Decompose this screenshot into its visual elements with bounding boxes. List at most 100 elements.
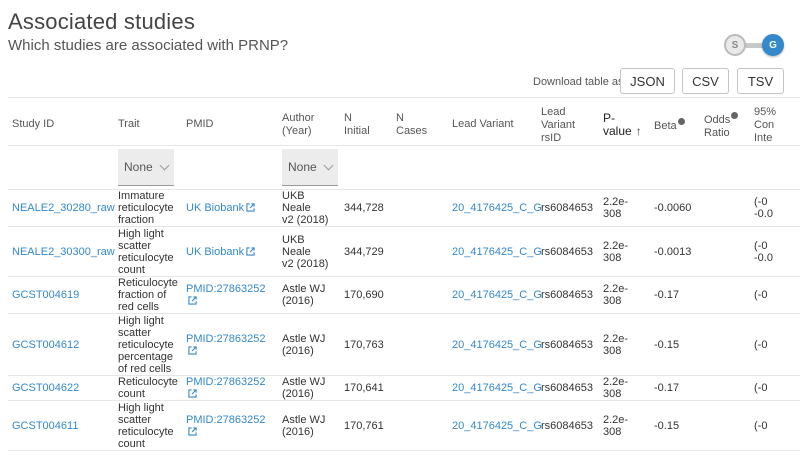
rsid-cell: rs6084653 xyxy=(537,400,599,451)
download-csv-button[interactable]: CSV xyxy=(682,68,729,94)
trait-text: of red cells xyxy=(118,362,172,375)
pvalue-cell: 2.2e- 308 xyxy=(599,400,650,451)
pmid-link[interactable]: PMID:27863252 xyxy=(186,414,266,438)
n-cases-cell xyxy=(392,276,448,314)
external-link-icon xyxy=(186,345,197,357)
trait-text: High light xyxy=(118,314,164,327)
author-text: UKB Neale xyxy=(282,190,311,214)
pvalue-cell: 2.2e- 308 xyxy=(599,226,650,277)
pvalue-cell: 2.2e- 308 xyxy=(599,313,650,376)
column-header-pvalue[interactable]: P-value ↑ xyxy=(599,98,650,146)
pmid-link[interactable]: PMID:27863252 xyxy=(186,333,266,357)
download-tsv-button[interactable]: TSV xyxy=(737,68,784,94)
pmid-link[interactable]: PMID:27863252 xyxy=(186,283,266,307)
pvalue-text: 2.2e- xyxy=(603,376,629,388)
odds-ratio-cell xyxy=(700,375,750,401)
column-header-confidence-interval[interactable]: 95% Con Inte xyxy=(750,98,800,146)
author-filter-select[interactable]: None xyxy=(282,149,338,186)
odds-ratio-cell xyxy=(700,189,750,227)
study-id-link[interactable]: GCST004611 xyxy=(12,420,78,432)
page-subtitle: Which studies are associated with PRNP? xyxy=(8,37,289,54)
rsid-cell: rs6084653 xyxy=(537,375,599,401)
column-header-trait[interactable]: Trait xyxy=(114,98,182,146)
external-link-icon xyxy=(186,388,197,400)
n-initial-cell: 344,729 xyxy=(340,226,392,277)
lead-variant-cell: 20_4176425_C_G xyxy=(448,375,542,401)
lead-variant-link[interactable]: 20_4176425_C_G xyxy=(452,289,542,301)
trait-cell: High light scatter reticulocyte count xyxy=(114,400,182,451)
confidence-interval-cell: (-0 -0.0 xyxy=(750,226,800,277)
lead-variant-cell: 20_4176425_C_G xyxy=(448,226,542,277)
column-header-author[interactable]: Author (Year) xyxy=(278,98,340,146)
n-initial-cell: 170,761 xyxy=(340,400,392,451)
trait-text: High light xyxy=(118,401,164,414)
confidence-interval-cell: (-0 -0.0 xyxy=(750,189,800,227)
column-header-n-cases[interactable]: N Cases xyxy=(392,98,448,146)
beta-cell: -0.15 xyxy=(650,400,700,451)
toggle-study-option[interactable]: S xyxy=(724,34,746,56)
toggle-gene-option[interactable]: G xyxy=(762,34,784,56)
table-row: NEALE2_30280_raw Immature reticulocyte frac… xyxy=(8,189,800,227)
beta-cell: -0.0060 xyxy=(650,189,700,227)
studies-table-container[interactable]: Study ID Trait PMID Author (Year) N Initia… xyxy=(8,97,800,455)
pvalue-text: 2.2e- xyxy=(603,239,629,252)
help-icon[interactable] xyxy=(677,118,685,125)
trait-cell: High light scatter reticulocyte percentage o… xyxy=(114,313,182,376)
study-id-link[interactable]: NEALE2_30300_raw xyxy=(12,246,115,258)
ci-text: (-0 xyxy=(754,338,768,351)
pmid-cell: PMID:27863252 xyxy=(182,276,278,314)
sort-ascending-icon[interactable]: ↑ xyxy=(636,124,642,138)
help-icon[interactable] xyxy=(731,112,739,119)
beta-cell: -0.17 xyxy=(650,375,700,401)
column-header-rsid[interactable]: Lead Variant rsID xyxy=(537,98,599,146)
study-id-link[interactable]: GCST004612 xyxy=(12,339,79,351)
page-title: Associated studies xyxy=(8,9,196,34)
lead-variant-link[interactable]: 20_4176425_C_G xyxy=(452,202,542,214)
trait-text: scatter xyxy=(118,239,152,252)
pmid-link[interactable]: UK Biobank xyxy=(186,202,255,214)
rsid-cell: rs6084653 xyxy=(537,313,599,376)
odds-ratio-cell xyxy=(700,276,750,314)
column-header-beta[interactable]: Beta xyxy=(650,98,700,146)
table-row: GCST004622 Reticulocyte count PMID:27863252… xyxy=(8,375,800,401)
pvalue-text: 308 xyxy=(603,425,622,438)
trait-filter-select[interactable]: None xyxy=(118,149,174,186)
study-id-link[interactable]: GCST004622 xyxy=(12,382,79,394)
rsid-cell: rs6084653 xyxy=(537,226,599,277)
author-cell: Astle WJ (2016) xyxy=(278,375,340,401)
pvalue-text: 308 xyxy=(603,344,622,357)
lead-variant-link[interactable]: 20_4176425_C_G xyxy=(452,382,542,394)
pmid-text: PMID:27863252 xyxy=(186,376,266,388)
n-cases-cell xyxy=(392,189,448,227)
pmid-link[interactable]: PMID:27863252 xyxy=(186,376,266,400)
pmid-link[interactable]: UK Biobank xyxy=(186,246,255,258)
table-row: GCST004612 High light scatter reticulocyte p… xyxy=(8,313,800,376)
external-link-icon xyxy=(186,426,197,438)
column-header-n-initial[interactable]: N Initial xyxy=(340,98,392,146)
column-header-study-id[interactable]: Study ID xyxy=(8,98,114,146)
author-cell: Astle WJ (2016) xyxy=(278,313,340,376)
confidence-interval-cell: (-0 xyxy=(750,400,800,451)
pvalue-cell: 2.2e- 308 xyxy=(599,189,650,227)
lead-variant-link[interactable]: 20_4176425_C_G xyxy=(452,339,542,351)
lead-variant-link[interactable]: 20_4176425_C_G xyxy=(452,420,542,432)
column-header-odds-ratio[interactable]: Odds Ratio xyxy=(700,98,750,146)
column-header-lead-variant[interactable]: Lead Variant xyxy=(448,98,537,146)
author-cell: UKB Neale v2 (2018) xyxy=(278,226,340,277)
lead-variant-link[interactable]: 20_4176425_C_G xyxy=(452,246,542,258)
pmid-cell: PMID:27863252 xyxy=(182,375,278,401)
trait-text: count xyxy=(118,437,145,450)
pmid-text: UK Biobank xyxy=(186,245,245,258)
column-header-pmid[interactable]: PMID xyxy=(182,98,278,146)
chevron-down-icon xyxy=(159,160,170,170)
study-id-link[interactable]: GCST004619 xyxy=(12,289,79,301)
author-text: (2016) xyxy=(282,388,314,400)
download-json-button[interactable]: JSON xyxy=(620,68,675,94)
study-gene-toggle[interactable]: S G xyxy=(724,34,784,56)
odds-ratio-cell xyxy=(700,226,750,277)
study-id-cell: GCST004622 xyxy=(8,375,114,401)
pvalue-text: 2.2e- xyxy=(603,413,629,426)
pmid-cell: UK Biobank xyxy=(182,226,278,277)
lead-variant-cell: 20_4176425_C_G xyxy=(448,276,542,314)
study-id-link[interactable]: NEALE2_30280_raw xyxy=(12,202,115,214)
